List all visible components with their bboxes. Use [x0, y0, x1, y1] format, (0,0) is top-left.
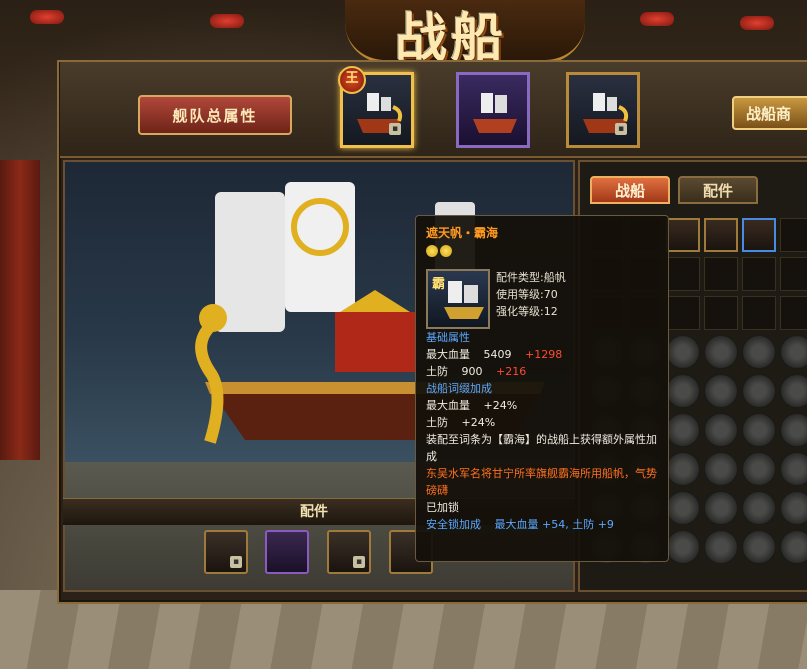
tab-ships[interactable]: 战船: [590, 176, 670, 204]
lock-icon: ▪: [615, 123, 627, 135]
item-description: 装配至词条为【霸海】的战船上获得额外属性加成: [426, 433, 657, 463]
fleet-attributes-button[interactable]: 舰队总属性: [138, 95, 292, 135]
inventory-slot[interactable]: [742, 257, 776, 291]
empty-slot[interactable]: [742, 452, 776, 486]
affix-hp-label: 最大血量: [426, 399, 470, 412]
hp-bonus: +1298: [525, 348, 563, 361]
empty-slot[interactable]: [704, 413, 738, 447]
lock-bonus-value: 最大血量 +54, 土防 +9: [494, 518, 614, 531]
king-badge: 王: [338, 66, 366, 94]
affix-header: 战船词缀加成: [426, 382, 492, 395]
item-level: 使用等级:70: [496, 288, 558, 301]
empty-slot[interactable]: [780, 413, 807, 447]
empty-slot[interactable]: [742, 530, 776, 564]
lantern-decoration: [740, 16, 774, 30]
lantern-decoration: [210, 14, 244, 28]
tab-parts[interactable]: 配件: [678, 176, 758, 204]
affix-def-label: 土防: [426, 416, 448, 429]
empty-slot[interactable]: [780, 335, 807, 369]
inventory-item[interactable]: [742, 218, 776, 252]
inventory-slot[interactable]: [780, 257, 807, 291]
empty-slot[interactable]: [780, 452, 807, 486]
hp-value: 5409: [483, 348, 512, 361]
sail-icon: [444, 281, 484, 319]
empty-slot[interactable]: [704, 491, 738, 525]
empty-slot[interactable]: [704, 335, 738, 369]
empty-slot[interactable]: [704, 374, 738, 408]
lock-icon: ▪: [353, 556, 365, 568]
smile-icon: [440, 245, 452, 257]
quality-stars: [426, 245, 658, 259]
accessory-slot-2[interactable]: [265, 530, 309, 574]
affix-def-value: +24%: [461, 416, 496, 429]
item-lore: 东吴水军名将甘宁所率旗舰霸海所用船帆，气势磅礴: [426, 467, 657, 497]
empty-slot[interactable]: [666, 335, 700, 369]
inventory-slot[interactable]: [666, 257, 700, 291]
empty-slot[interactable]: [704, 452, 738, 486]
empty-slot[interactable]: [780, 374, 807, 408]
lantern-decoration: [30, 10, 64, 24]
inventory-slot[interactable]: [666, 296, 700, 330]
ship-slot-3[interactable]: ▪: [566, 72, 640, 148]
empty-slot[interactable]: [742, 374, 776, 408]
ship-icon: [473, 93, 517, 133]
inventory-slot[interactable]: [742, 296, 776, 330]
inventory-slot[interactable]: [780, 218, 807, 252]
empty-slot[interactable]: [742, 413, 776, 447]
ship-slot-2[interactable]: [456, 72, 530, 148]
item-icon: 霸: [426, 269, 490, 329]
empty-slot[interactable]: [780, 491, 807, 525]
left-pillar: [0, 160, 40, 460]
lantern-decoration: [640, 12, 674, 26]
def-label: 土防: [426, 365, 448, 378]
empty-slot[interactable]: [666, 530, 700, 564]
empty-slot[interactable]: [666, 374, 700, 408]
inventory-item[interactable]: [704, 218, 738, 252]
item-enhance: 强化等级:12: [496, 305, 558, 318]
def-bonus: +216: [496, 365, 527, 378]
lock-bonus-label: 安全锁加成: [426, 518, 481, 531]
lock-icon: ▪: [389, 123, 401, 135]
ship-shop-button[interactable]: 战船商: [732, 96, 807, 130]
base-attr-header: 基础属性: [426, 331, 470, 344]
inventory-slot[interactable]: [704, 296, 738, 330]
item-tooltip: 遮天帆・霸海 霸 配件类型:船帆 使用等级:70 强化等级:12 基础属性 最大…: [415, 215, 669, 562]
empty-slot[interactable]: [742, 335, 776, 369]
inventory-slot[interactable]: [704, 257, 738, 291]
affix-hp-value: +24%: [483, 399, 518, 412]
accessory-slot-3[interactable]: ▪: [327, 530, 371, 574]
def-value: 900: [461, 365, 483, 378]
empty-slot[interactable]: [666, 452, 700, 486]
accessory-label: 配件: [300, 504, 328, 520]
empty-slot[interactable]: [780, 530, 807, 564]
smile-icon: [426, 245, 438, 257]
item-type: 配件类型:船帆: [496, 271, 566, 284]
empty-slot[interactable]: [742, 491, 776, 525]
lock-status: 已加锁: [426, 501, 459, 514]
accessory-slot-1[interactable]: ▪: [204, 530, 248, 574]
inventory-slot[interactable]: [780, 296, 807, 330]
empty-slot[interactable]: [666, 491, 700, 525]
empty-slot[interactable]: [666, 413, 700, 447]
empty-slot[interactable]: [704, 530, 738, 564]
item-name: 遮天帆・霸海: [426, 226, 499, 240]
hp-label: 最大血量: [426, 348, 470, 361]
inventory-item[interactable]: [666, 218, 700, 252]
lock-icon: ▪: [230, 556, 242, 568]
